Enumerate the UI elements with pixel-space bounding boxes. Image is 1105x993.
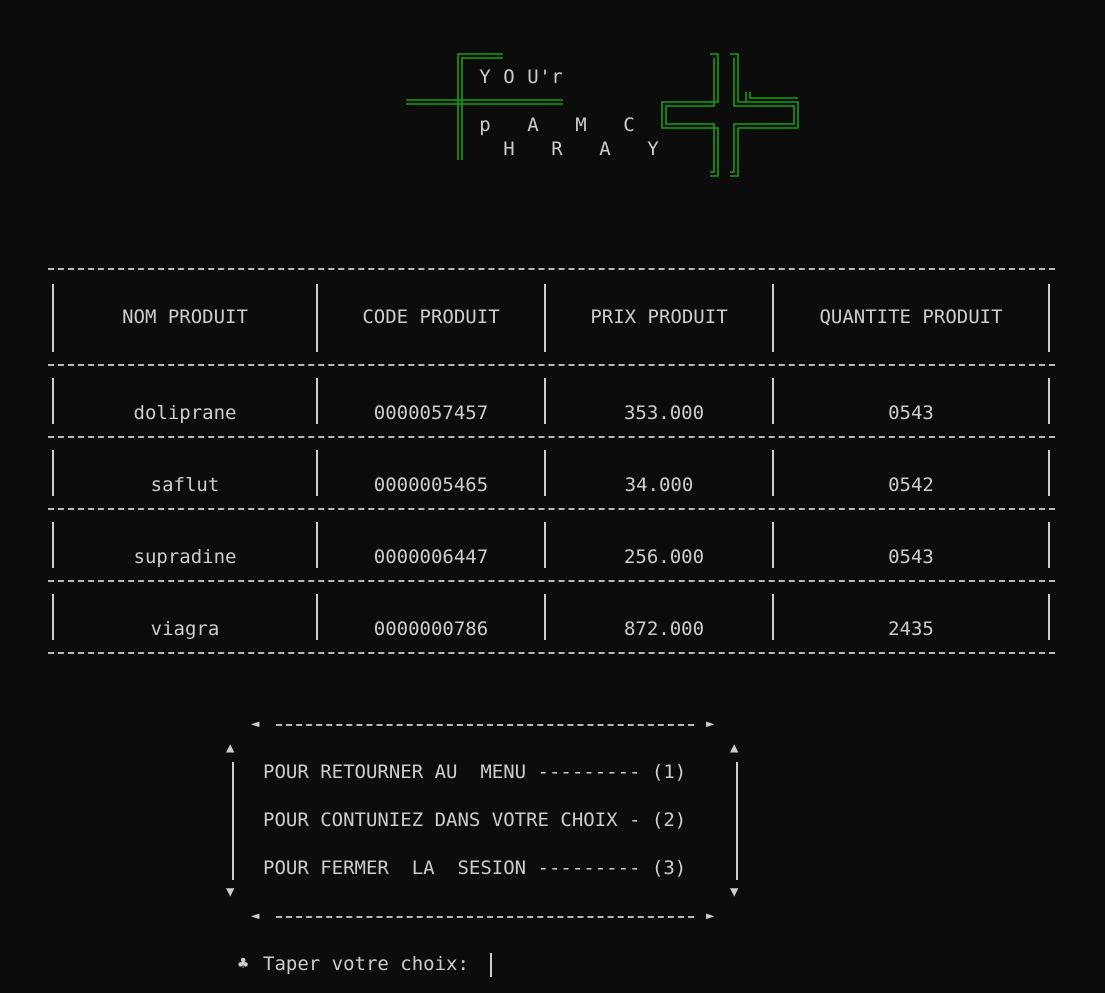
menu-option-close: POUR FERMER LA SESION --------- (3) bbox=[263, 857, 687, 879]
arrow-right-icon: ► bbox=[706, 908, 715, 924]
header-code-produit: CODE PRODUIT bbox=[362, 306, 500, 328]
table-divider bbox=[48, 652, 1055, 654]
cell-code: 0000005465 bbox=[373, 474, 489, 496]
pharmacy-logo: Y O U ' r p A M C H R A Y bbox=[0, 0, 1105, 200]
cell-prix: 34.000 bbox=[624, 474, 694, 496]
menu-option-continue: POUR CONTUNIEZ DANS VOTRE CHOIX - (2) bbox=[263, 809, 687, 831]
logo-letter: Y bbox=[647, 138, 659, 160]
arrow-up-icon: ▲ bbox=[226, 740, 235, 756]
cell-quantite: 2435 bbox=[888, 618, 934, 640]
logo-letter: R bbox=[551, 138, 563, 160]
menu-left-border bbox=[232, 762, 234, 880]
logo-letter: Y bbox=[479, 66, 491, 88]
column-separator bbox=[1048, 378, 1050, 424]
column-separator bbox=[1048, 450, 1050, 496]
menu-option-return: POUR RETOURNER AU MENU --------- (1) bbox=[263, 761, 687, 783]
cell-quantite: 0543 bbox=[888, 402, 934, 424]
cell-code: 0000057457 bbox=[373, 402, 489, 424]
logo-letter: C bbox=[623, 114, 635, 136]
logo-letter: M bbox=[575, 114, 587, 136]
menu-top-border bbox=[276, 724, 694, 726]
arrow-left-icon: ◄ bbox=[251, 716, 260, 732]
cell-nom: saflut bbox=[150, 474, 220, 496]
column-separator bbox=[1048, 284, 1050, 352]
cell-prix: 872.000 bbox=[623, 618, 705, 640]
cell-nom: doliprane bbox=[133, 402, 237, 424]
cell-nom: viagra bbox=[150, 618, 220, 640]
logo-letter: O bbox=[503, 66, 515, 88]
menu-right-border bbox=[736, 762, 738, 880]
text-cursor[interactable] bbox=[490, 953, 492, 977]
logo-letter: A bbox=[599, 138, 611, 160]
menu-bottom-border bbox=[276, 916, 694, 918]
cell-nom: supradine bbox=[133, 546, 237, 568]
column-separator bbox=[1048, 522, 1050, 568]
header-nom-produit: NOM PRODUIT bbox=[122, 306, 248, 328]
cell-prix: 353.000 bbox=[623, 402, 705, 424]
table-divider bbox=[48, 436, 1055, 438]
arrow-left-icon: ◄ bbox=[251, 908, 260, 924]
arrow-up-icon: ▲ bbox=[730, 740, 739, 756]
table-divider bbox=[48, 580, 1055, 582]
logo-letter: p bbox=[479, 114, 491, 136]
table-divider bbox=[48, 508, 1055, 510]
cell-code: 0000006447 bbox=[373, 546, 489, 568]
club-icon: ♣ bbox=[238, 954, 249, 974]
table-divider bbox=[48, 364, 1055, 366]
cell-code: 0000000786 bbox=[373, 618, 489, 640]
prompt-label: Taper votre choix: bbox=[263, 953, 469, 975]
logo-letter: r bbox=[551, 66, 563, 88]
logo-letter: A bbox=[527, 114, 539, 136]
pharmacy-cross-icon bbox=[406, 53, 799, 177]
arrow-down-icon: ▼ bbox=[730, 884, 739, 900]
column-separator bbox=[1048, 594, 1050, 640]
header-prix-produit: PRIX PRODUIT bbox=[590, 306, 728, 328]
table-divider bbox=[48, 268, 1055, 270]
cell-quantite: 0542 bbox=[888, 474, 934, 496]
header-quantite-produit: QUANTITE PRODUIT bbox=[819, 306, 1003, 328]
arrow-down-icon: ▼ bbox=[226, 884, 235, 900]
logo-letter: H bbox=[503, 138, 515, 160]
arrow-right-icon: ► bbox=[706, 716, 715, 732]
cell-quantite: 0543 bbox=[888, 546, 934, 568]
cell-prix: 256.000 bbox=[623, 546, 705, 568]
